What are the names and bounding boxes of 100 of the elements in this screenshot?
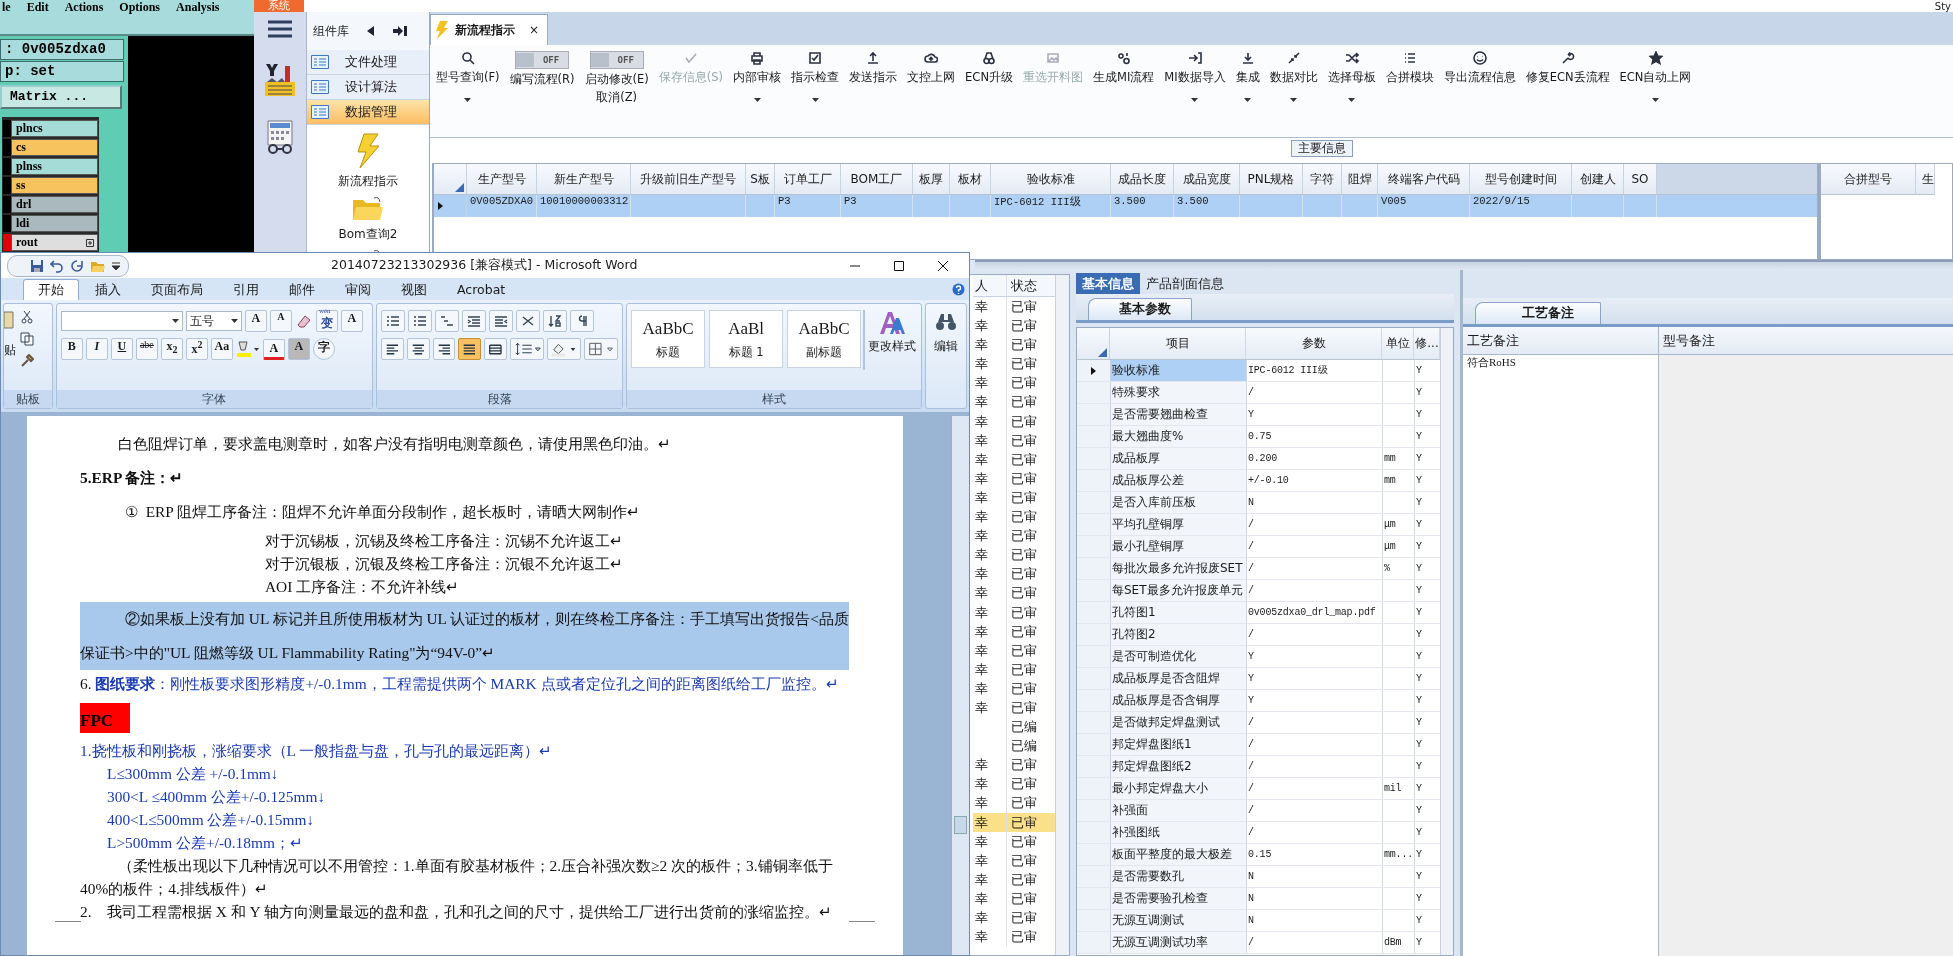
- change-case-button[interactable]: Aa: [210, 338, 233, 360]
- menu-item[interactable]: Analysis: [176, 0, 220, 14]
- parameter-row[interactable]: 是否需要数孔 N Y: [1077, 866, 1440, 888]
- ribbon-tab[interactable]: 审阅: [331, 280, 385, 300]
- parameter-row[interactable]: 每批次最多允许报废SET / % Y: [1077, 558, 1440, 580]
- column-header[interactable]: 创建人: [1572, 164, 1624, 194]
- list-row[interactable]: 幸 已审: [973, 373, 1055, 393]
- list-row[interactable]: 幸 已审: [973, 640, 1055, 660]
- menu-icon[interactable]: [268, 20, 292, 38]
- close-tab-button[interactable]: ×: [529, 23, 540, 37]
- toolbar-button[interactable]: 生成MI流程: [1089, 51, 1159, 85]
- strikethrough-button[interactable]: abe: [135, 338, 158, 360]
- list-row[interactable]: 幸 已审: [973, 430, 1055, 450]
- tab[interactable]: 产品剖面信息: [1140, 273, 1230, 294]
- toolbar-button[interactable]: 指示检查: [787, 51, 844, 102]
- parameter-row[interactable]: 最小邦定焊盘大小 / mil Y: [1077, 778, 1440, 800]
- line-spacing-icon[interactable]: [509, 338, 544, 360]
- caret-icon[interactable]: [230, 319, 238, 323]
- menu-item[interactable]: le: [2, 0, 11, 14]
- caret-icon[interactable]: [1290, 98, 1298, 102]
- shortcut-label[interactable]: Bom查询2: [338, 226, 398, 243]
- format-painter-icon[interactable]: [20, 354, 34, 368]
- parameter-row[interactable]: 是否入库前压板 N Y: [1077, 492, 1440, 514]
- decrease-indent-icon[interactable]: [462, 310, 487, 332]
- close-icon[interactable]: [937, 259, 949, 272]
- parameter-row[interactable]: 每SET最多允许报废单元 / Y: [1077, 580, 1440, 602]
- column-header[interactable]: 成品长度: [1111, 164, 1174, 194]
- caret-icon[interactable]: [171, 319, 179, 323]
- list-row[interactable]: 幸 已审: [973, 316, 1055, 336]
- shading-icon[interactable]: [546, 338, 581, 360]
- list-row[interactable]: 幸 已审: [973, 411, 1055, 431]
- ribbon-tab[interactable]: 插入: [81, 280, 135, 300]
- ribbon-tab[interactable]: Acrobat: [443, 280, 520, 300]
- column-header[interactable]: PNL规格: [1240, 164, 1303, 194]
- list-row[interactable]: 幸 已审: [973, 564, 1055, 584]
- list-row[interactable]: 幸 已审: [973, 297, 1055, 317]
- bold-button[interactable]: B: [60, 338, 83, 360]
- column-header[interactable]: 人: [973, 275, 1007, 296]
- list-row[interactable]: 幸 已审: [973, 392, 1055, 412]
- parameter-row[interactable]: 特殊要求 / Y: [1077, 382, 1440, 404]
- list-row[interactable]: 幸 已审: [973, 908, 1055, 928]
- parameter-row[interactable]: 无源互调测试功率 / dBm Y: [1077, 932, 1440, 954]
- caret-icon[interactable]: [753, 98, 761, 102]
- superscript-button[interactable]: x$^{2}$: [185, 338, 208, 360]
- list-row[interactable]: 幸 已审: [973, 850, 1055, 870]
- parameter-row[interactable]: 孔符图2 / Y: [1077, 624, 1440, 646]
- shrink-font-button[interactable]: A: [269, 310, 292, 332]
- caret-icon[interactable]: [1652, 98, 1659, 102]
- list-row[interactable]: 幸 已审: [973, 812, 1055, 832]
- caret-icon[interactable]: [811, 98, 819, 102]
- parameter-row[interactable]: 成品板厚 0.200 mm Y: [1077, 448, 1440, 470]
- caret-icon[interactable]: [464, 98, 472, 102]
- list-row[interactable]: 幸 已审: [973, 831, 1055, 851]
- toolbar-button[interactable]: 导出流程信息: [1439, 51, 1520, 85]
- character-border-button[interactable]: A: [340, 310, 363, 332]
- change-styles-button[interactable]: 更改样式: [865, 310, 920, 390]
- column-header[interactable]: 工艺备注: [1463, 327, 1659, 354]
- scrollbar[interactable]: [1440, 328, 1453, 955]
- parameter-row[interactable]: 补强图纸 / Y: [1077, 822, 1440, 844]
- matrix-button[interactable]: Matrix ...: [0, 85, 122, 109]
- column-header[interactable]: 升级前旧生产型号: [631, 164, 746, 194]
- collapse-left-icon[interactable]: [367, 26, 375, 36]
- font-size-field[interactable]: 五号: [185, 311, 242, 331]
- step-field[interactable]: p: set: [0, 61, 124, 82]
- column-header[interactable]: BOM工厂: [841, 164, 913, 194]
- ribbon-tab[interactable]: 开始: [23, 279, 79, 300]
- enclose-characters-button[interactable]: 字: [312, 338, 335, 360]
- job-field[interactable]: : 0v005zdxa0: [0, 39, 124, 60]
- toolbar-button[interactable]: 选择母板: [1323, 51, 1380, 102]
- expand-icon[interactable]: [86, 239, 94, 247]
- align-left-button[interactable]: [381, 338, 404, 360]
- list-row[interactable]: 幸 已审: [973, 621, 1055, 641]
- toolbar-button[interactable]: 内部审核: [729, 51, 786, 102]
- parameter-row[interactable]: 板面平整度的最大极差 0.15 mm... Y: [1077, 844, 1440, 866]
- toolbar-button[interactable]: ECN升级: [961, 51, 1017, 85]
- cut-icon[interactable]: [20, 310, 34, 324]
- list-row[interactable]: 已编: [973, 717, 1055, 737]
- style-tile[interactable]: AaBbC 标题: [631, 310, 706, 368]
- list-row[interactable]: 幸 已审: [973, 507, 1055, 527]
- list-row[interactable]: 幸 已审: [973, 583, 1055, 603]
- group-item[interactable]: 文件处理: [307, 50, 429, 75]
- parameter-row[interactable]: 是否需要翘曲检查 Y Y: [1077, 404, 1440, 426]
- column-header[interactable]: 板材: [950, 164, 991, 194]
- menu-item[interactable]: Options: [119, 0, 161, 14]
- column-header[interactable]: 状态: [1007, 275, 1055, 296]
- list-row[interactable]: 幸 已审: [973, 659, 1055, 679]
- bullets-icon[interactable]: [381, 310, 406, 332]
- justify-button[interactable]: [458, 338, 482, 360]
- list-row[interactable]: 幸 已审: [973, 793, 1055, 813]
- subscript-button[interactable]: x$_{2}$: [160, 338, 183, 360]
- layer-item[interactable]: drl: [11, 196, 98, 213]
- parameter-row[interactable]: 孔符图1 0v005zdxa0_drl_map.pdf Y: [1077, 602, 1440, 624]
- paste-button[interactable]: 贴: [4, 342, 16, 359]
- tab[interactable]: 基本参数: [1088, 298, 1192, 320]
- toolbar-button[interactable]: MI数据导入: [1160, 51, 1230, 102]
- customize-icon[interactable]: [112, 261, 120, 270]
- parameter-row[interactable]: 成品板厚是否含阻焊 Y Y: [1077, 668, 1440, 690]
- layer-item[interactable]: ldi: [11, 215, 98, 232]
- column-header[interactable]: 板厚: [913, 164, 950, 194]
- list-row[interactable]: 幸 已审: [973, 697, 1055, 718]
